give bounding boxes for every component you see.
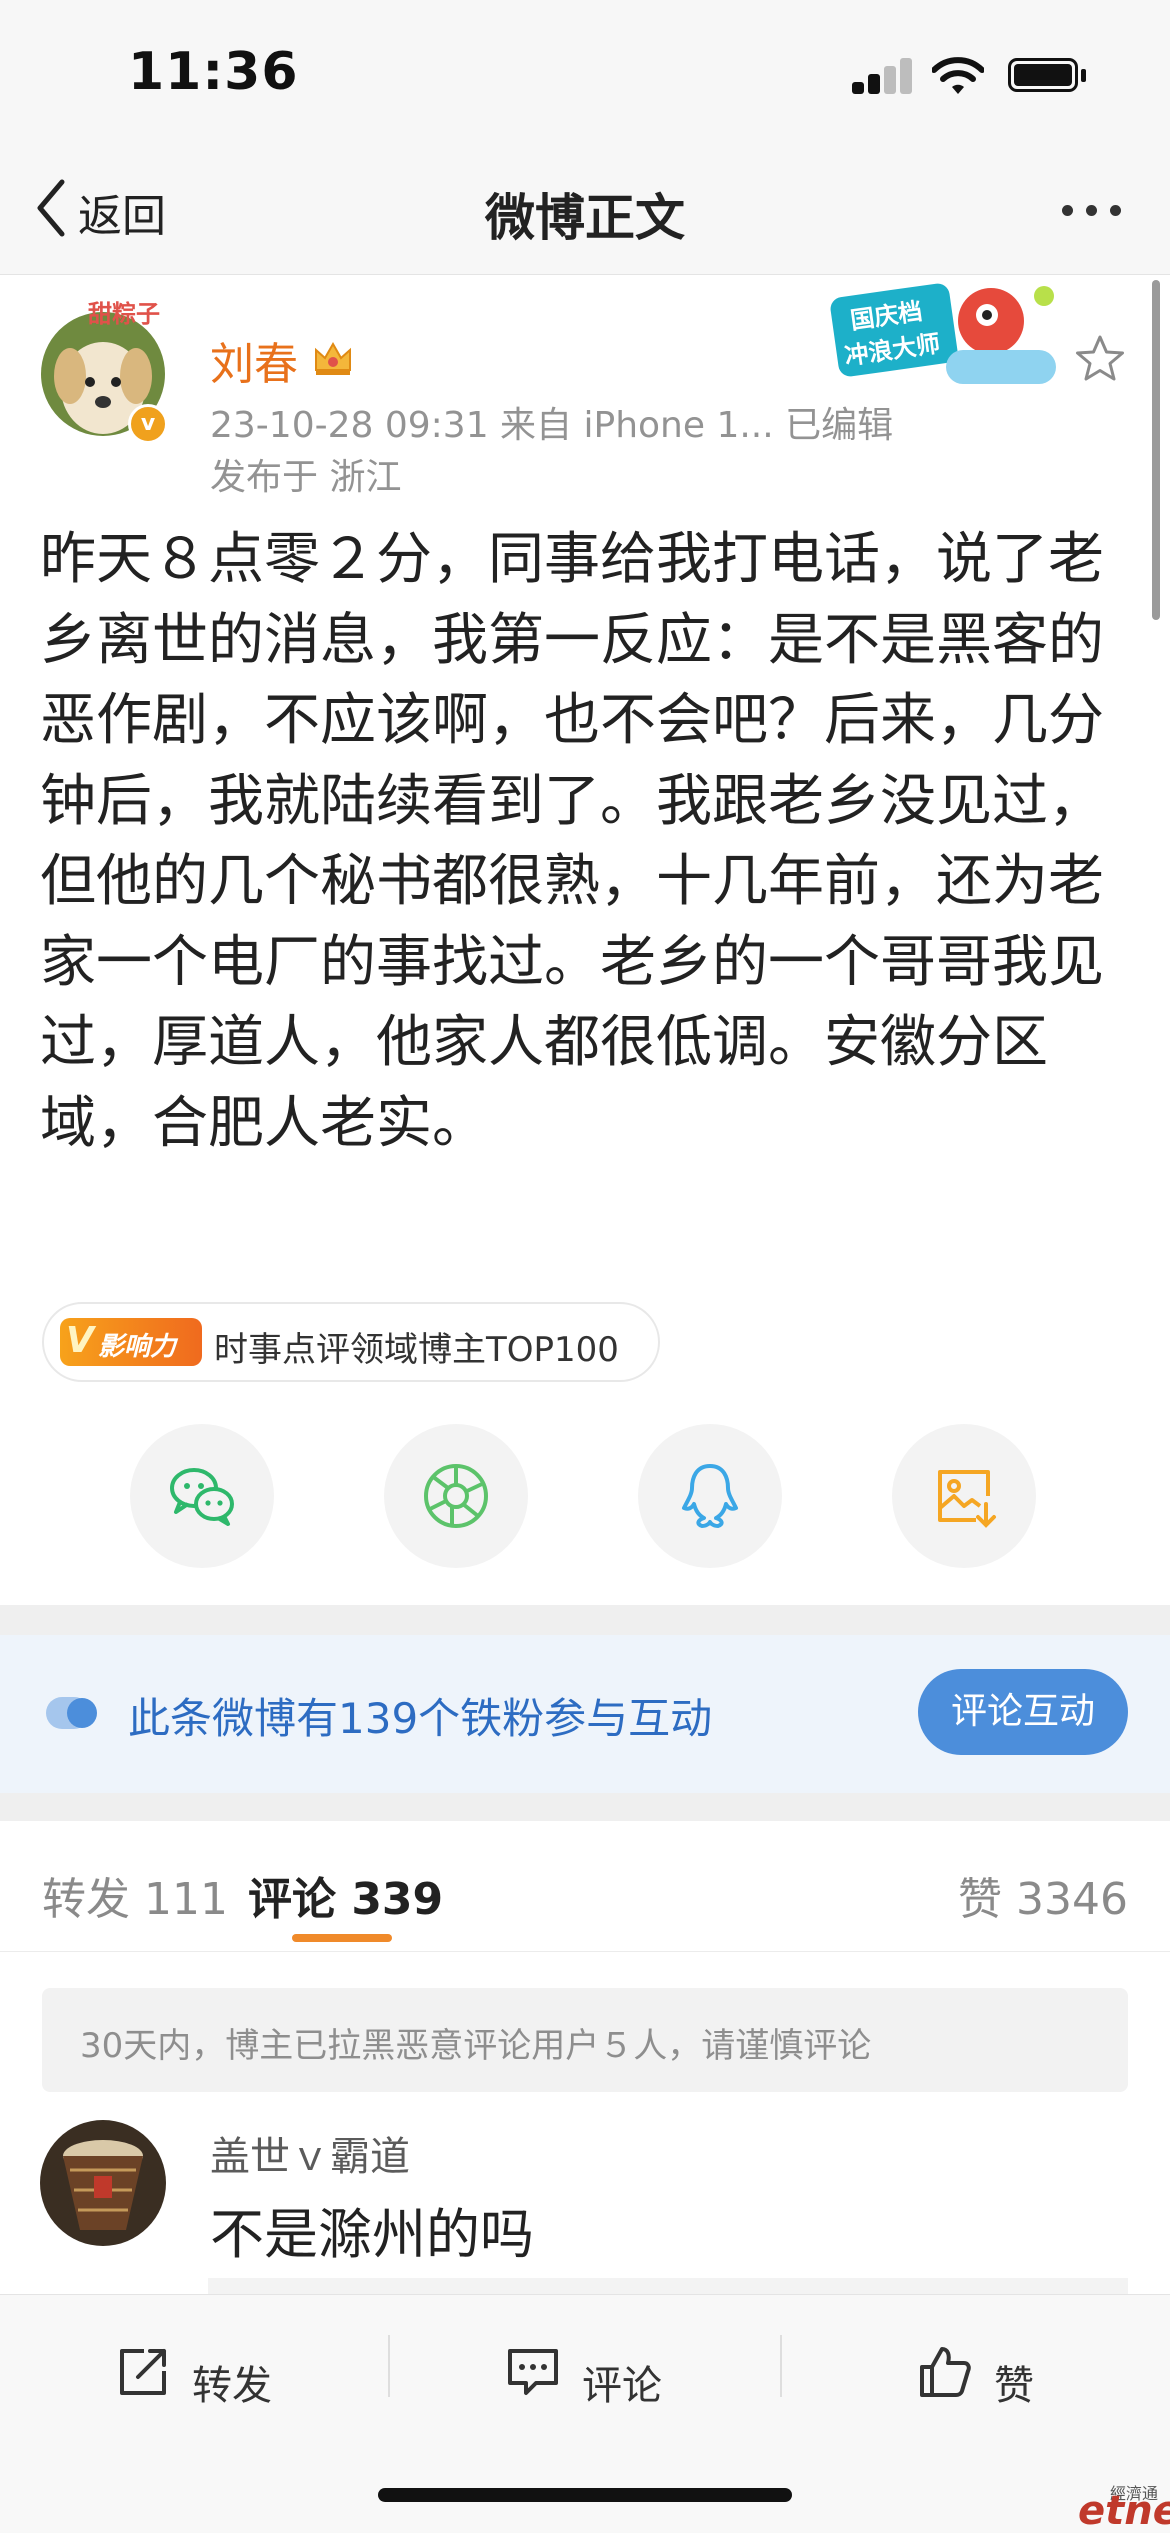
share-qq-button[interactable] xyxy=(638,1424,782,1568)
qq-icon xyxy=(682,1464,738,1528)
nav-bar: 返回 微博正文 xyxy=(0,150,1170,275)
repost-label: 转发 xyxy=(192,2363,272,2409)
drum-avatar-image xyxy=(40,2120,166,2246)
section-divider xyxy=(0,1605,1170,1635)
tab-like[interactable]: 赞 3346 xyxy=(958,1863,1128,1927)
wifi-icon xyxy=(932,57,984,94)
influence-label: 时事点评领域博主TOP100 xyxy=(214,1330,619,1370)
section-divider xyxy=(0,1793,1170,1821)
thumbs-up-icon xyxy=(920,2347,971,2397)
moments-icon xyxy=(424,1464,488,1528)
comment-label: 评论 xyxy=(582,2363,662,2409)
comment-notice-text: 30天内，博主已拉黑恶意评论用户５人，请谨慎评论 xyxy=(80,2026,872,2066)
home-indicator xyxy=(378,2488,792,2502)
more-options-button[interactable] xyxy=(1050,170,1150,250)
comment-interaction-button[interactable]: 评论互动 xyxy=(918,1669,1128,1755)
repost-icon xyxy=(120,2349,166,2395)
divider xyxy=(388,2335,390,2397)
tab-comment[interactable]: 评论 339 xyxy=(248,1863,443,1927)
comment-notice: 30天内，博主已拉黑恶意评论用户５人，请谨慎评论 xyxy=(42,1988,1128,2092)
status-bar: 11:36 xyxy=(0,0,1170,150)
repost-button[interactable]: 转发 xyxy=(110,2325,310,2425)
share-moments-button[interactable] xyxy=(384,1424,528,1568)
save-image-icon xyxy=(938,1470,996,1528)
interaction-tabs: 转发 111 评论 339 赞 3346 xyxy=(0,1821,1170,1952)
comment-button[interactable]: 评论 xyxy=(500,2325,700,2425)
page-title: 微博正文 xyxy=(485,189,685,247)
commenter-avatar[interactable] xyxy=(40,2120,166,2246)
divider xyxy=(780,2335,782,2397)
influence-badge[interactable]: V 影响力 时事点评领域博主TOP100 xyxy=(42,1302,660,1382)
like-label: 赞 xyxy=(994,2363,1034,2409)
status-time: 11:36 xyxy=(128,42,299,102)
comment-text: 不是滁州的吗 xyxy=(210,2203,534,2266)
fans-interaction-banner: 此条微博有139个铁粉参与互动 评论互动 xyxy=(0,1635,1170,1793)
author-avatar[interactable]: 甜粽子 v xyxy=(40,298,168,444)
wechat-icon xyxy=(170,1468,234,1526)
comment-icon xyxy=(508,2349,558,2395)
cellular-signal-icon xyxy=(852,58,912,94)
favorite-star-icon[interactable] xyxy=(1074,334,1126,384)
fans-banner-text: 此条微博有139个铁粉参与互动 xyxy=(128,1694,713,1743)
influence-v-icon: V 影响力 xyxy=(60,1318,202,1366)
fans-toggle-icon xyxy=(46,1697,97,1729)
crown-icon xyxy=(315,341,351,375)
share-wechat-button[interactable] xyxy=(130,1424,274,1568)
active-tab-indicator xyxy=(292,1934,392,1942)
promo-badge[interactable]: 国庆档 冲浪大师 xyxy=(826,280,1076,392)
post-meta: 23-10-28 09:31 来自 iPhone 1... 已编辑 xyxy=(210,405,894,446)
verified-badge-icon: v xyxy=(128,404,168,444)
author-name[interactable]: 刘春 xyxy=(210,328,298,392)
influence-icon-text: 影响力 xyxy=(98,1332,177,1362)
commenter-name[interactable]: 盖世ｖ霸道 xyxy=(210,2124,410,2182)
battery-icon xyxy=(1008,58,1088,94)
avatar-caption: 甜粽子 xyxy=(88,300,160,328)
post-location: 发布于 浙江 xyxy=(210,457,402,498)
tab-repost[interactable]: 转发 111 xyxy=(42,1863,228,1927)
save-image-button[interactable] xyxy=(892,1424,1036,1568)
watermark-logo: etnet xyxy=(1078,2488,1170,2534)
scrollbar[interactable] xyxy=(1152,280,1160,620)
like-button[interactable]: 赞 xyxy=(912,2325,1072,2425)
post-body-text: 昨天８点零２分，同事给我打电话，说了老乡离世的消息，我第一反应：是不是黑客的恶作… xyxy=(40,527,1104,1156)
